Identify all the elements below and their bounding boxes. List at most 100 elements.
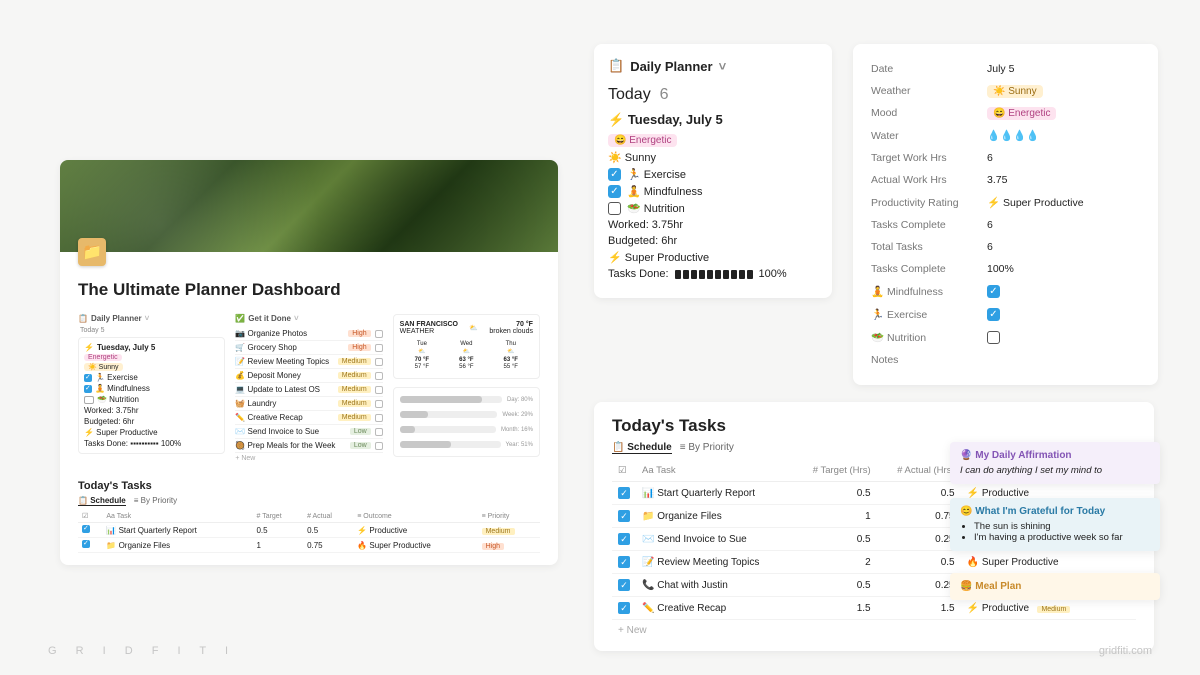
daily-card[interactable]: ⚡ Tuesday, July 5 Energetic ☀️ Sunny 🏃 E… [78, 337, 225, 454]
habit-checkbox[interactable]: ✓ [608, 185, 621, 198]
planner-header[interactable]: 📋 Daily Planner ˅ [608, 58, 818, 74]
task-checkbox[interactable] [375, 442, 383, 450]
table-row[interactable]: 📁 Organize Files10.75🔥 Super ProductiveH… [78, 538, 540, 553]
new-task-button[interactable]: + New [612, 620, 1136, 641]
progress-widget: Day: 80%Week: 29%Month: 16%Year: 51% [393, 387, 540, 457]
info-value: ✓ [987, 285, 1140, 298]
info-row: Notes [871, 349, 1140, 371]
today-count: 6 [660, 86, 669, 103]
task-checkbox[interactable] [375, 386, 383, 394]
task-checkbox[interactable] [375, 330, 383, 338]
task-checkbox[interactable]: ✓ [618, 487, 630, 499]
new-button[interactable]: + New [235, 453, 382, 464]
info-row: Total Tasks6 [871, 236, 1140, 258]
weather-widget: SAN FRANCISCO WEATHER ⛅ 70 °F broken clo… [393, 314, 540, 379]
day-info-panel: DateJuly 5Weather☀️ SunnyMood😄 Energetic… [853, 44, 1158, 385]
task-row[interactable]: 💰 Deposit MoneyMedium [235, 369, 382, 383]
wx-day: Wed⛅63 °F56 °F [459, 341, 473, 372]
task-checkbox[interactable] [82, 540, 90, 548]
mindfulness-check[interactable] [84, 385, 92, 393]
info-row: Actual Work Hrs3.75 [871, 169, 1140, 191]
info-value: 😄 Energetic [987, 107, 1140, 119]
exercise-check[interactable] [84, 374, 92, 382]
brand-right: gridfiti.com [1099, 645, 1152, 657]
task-row[interactable]: 💻 Update to Latest OSMedium [235, 383, 382, 397]
wx-cond: broken clouds [489, 328, 533, 335]
done-label: Tasks Done: ▪▪▪▪▪▪▪▪▪▪ 100% [84, 438, 219, 449]
chevron-down-icon: ˅ [719, 59, 727, 74]
today-label: Today 5 [80, 327, 225, 334]
task-checkbox[interactable] [375, 344, 383, 352]
task-row[interactable]: 🧺 LaundryMedium [235, 397, 382, 411]
task-checkbox[interactable] [375, 414, 383, 422]
info-value: 6 [987, 152, 1140, 164]
tab-schedule[interactable]: 📋 Schedule [612, 442, 672, 454]
habit-checkbox[interactable]: ✓ [608, 202, 621, 215]
dashboard-card: 📁 The Ultimate Planner Dashboard 📋Daily … [60, 160, 558, 565]
task-row[interactable]: 📝 Review Meeting TopicsMedium [235, 355, 382, 369]
task-row[interactable]: ✏️ Creative RecapMedium [235, 411, 382, 425]
wx-day: Thu⛅63 °F55 °F [504, 341, 518, 372]
planner-day[interactable]: ⚡ Tuesday, July 5 [608, 112, 818, 128]
progress-row: Week: 29% [400, 407, 533, 422]
info-value: 6 [987, 241, 1140, 253]
task-checkbox[interactable]: ✓ [618, 602, 630, 614]
grateful-callout[interactable]: 😊 What I'm Grateful for Today The sun is… [950, 498, 1160, 551]
info-value: July 5 [987, 63, 1140, 75]
meal-plan-callout[interactable]: 🍔 Meal Plan [950, 573, 1160, 600]
task-checkbox[interactable] [82, 525, 90, 533]
tab-by-priority[interactable]: ≡ By Priority [680, 442, 734, 454]
priority-badge: Medium [338, 414, 371, 421]
weather-badge: ☀️ Sunny [84, 363, 123, 371]
task-checkbox[interactable] [375, 372, 383, 380]
info-key: Date [871, 63, 987, 75]
info-key: 🥗 Nutrition [871, 331, 987, 344]
table-row[interactable]: 📊 Start Quarterly Report0.50.5⚡ Producti… [78, 523, 540, 538]
daily-planner-toggle[interactable]: 📋Daily Planner˅ [78, 314, 225, 323]
info-row: Tasks Complete100% [871, 258, 1140, 280]
priority-badge: Medium [1037, 606, 1070, 613]
task-checkbox[interactable]: ✓ [618, 510, 630, 522]
get-it-done-toggle[interactable]: ✅Get it Done˅ [235, 314, 382, 323]
progress-row: Year: 51% [400, 437, 533, 452]
task-checkbox[interactable] [375, 400, 383, 408]
priority-badge: High [348, 330, 370, 337]
progress-row: Day: 80% [400, 392, 533, 407]
check-icon[interactable]: ✓ [987, 308, 1000, 321]
info-row: 🧘 Mindfulness✓ [871, 280, 1140, 303]
task-row[interactable]: 🛒 Grocery ShopHigh [235, 341, 382, 355]
info-key: Mood [871, 107, 987, 119]
habit-row[interactable]: ✓🏃 Exercise [608, 168, 818, 181]
habit-row[interactable]: ✓🥗 Nutrition [608, 202, 818, 215]
table-row[interactable]: ✓📝 Review Meeting Topics20.5🔥 Super Prod… [612, 551, 1136, 574]
task-checkbox[interactable]: ✓ [618, 556, 630, 568]
check-icon[interactable]: ✓ [987, 285, 1000, 298]
tab-schedule[interactable]: 📋 Schedule [78, 496, 126, 506]
task-checkbox[interactable]: ✓ [618, 579, 630, 591]
info-row: Mood😄 Energetic [871, 102, 1140, 124]
nutrition-check[interactable] [84, 396, 94, 404]
mini-task-table: ☑Aa Task # Target # Actual ≡ Outcome ≡ P… [78, 510, 540, 553]
info-key: Tasks Complete [871, 219, 987, 231]
task-checkbox[interactable] [375, 358, 383, 366]
habit-row[interactable]: ✓🧘 Mindfulness [608, 185, 818, 198]
check-icon[interactable]: ✓ [987, 331, 1000, 344]
priority-badge: Medium [338, 372, 371, 379]
task-row[interactable]: 🥘 Prep Meals for the WeekLow [235, 439, 382, 453]
progress-row: Month: 16% [400, 422, 533, 437]
info-key: Weather [871, 85, 987, 97]
worked-label: Worked: 3.75hr [84, 405, 219, 416]
tab-by-priority[interactable]: ≡ By Priority [134, 496, 177, 506]
info-value: 💧💧💧💧 [987, 129, 1140, 142]
task-checkbox[interactable] [375, 428, 383, 436]
wx-city: SAN FRANCISCO [400, 321, 458, 328]
affirmation-callout[interactable]: 🔮 My Daily Affirmation I can do anything… [950, 442, 1160, 484]
wx-day: Tue⛅70 °F57 °F [415, 341, 429, 372]
task-checkbox[interactable]: ✓ [618, 533, 630, 545]
task-row[interactable]: ✉️ Send Invoice to SueLow [235, 425, 382, 439]
habit-checkbox[interactable]: ✓ [608, 168, 621, 181]
prod-label: ⚡ Super Productive [608, 251, 818, 264]
chevron-down-icon: ˅ [294, 314, 299, 323]
task-row[interactable]: 📷 Organize PhotosHigh [235, 327, 382, 341]
list-item: The sun is shining [974, 521, 1150, 532]
